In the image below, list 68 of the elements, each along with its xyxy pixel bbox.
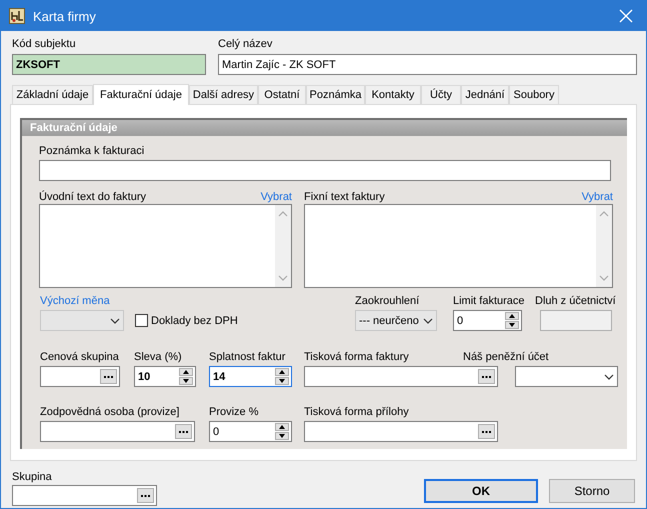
field-label: Fixní text faktury	[304, 190, 385, 204]
code-field[interactable]: ZKSOFT	[12, 54, 206, 75]
field-label: Celý název	[218, 37, 272, 51]
dialog-button[interactable]: Storno	[549, 479, 635, 503]
spin-down-icon[interactable]	[505, 321, 519, 329]
tab[interactable]: Fakturační údaje	[93, 84, 189, 105]
spin-up-icon[interactable]	[275, 368, 289, 376]
lookup-field[interactable]	[304, 366, 498, 387]
checkbox-label[interactable]: Doklady bez DPH	[151, 314, 238, 326]
tab[interactable]: Poznámka	[306, 85, 365, 104]
field-label: Zaokrouhlení	[355, 294, 420, 308]
field-label: Dluh z účetnictví	[535, 294, 616, 308]
tab[interactable]: Kontakty	[365, 85, 421, 104]
readonly-field	[540, 310, 612, 331]
ellipsis-button[interactable]	[478, 424, 495, 439]
ellipsis-button[interactable]	[100, 369, 117, 384]
field-label: Náš peněžní účet	[463, 350, 549, 364]
field-label: Kód subjektu	[12, 37, 76, 51]
field-label: Skupina	[12, 470, 52, 484]
spin-down-icon[interactable]	[275, 432, 289, 440]
lookup-field[interactable]	[40, 366, 120, 387]
chevron-down-icon	[423, 318, 433, 324]
lookup-field[interactable]	[12, 485, 157, 506]
tab[interactable]: Jednání	[461, 85, 509, 104]
spin-down-icon[interactable]	[275, 377, 289, 385]
field-label: Cenová skupina	[40, 350, 119, 364]
close-icon[interactable]	[618, 8, 634, 24]
app-icon	[9, 8, 25, 24]
chevron-down-icon	[604, 374, 614, 380]
field-label: Tisková forma faktury	[304, 350, 409, 364]
tab[interactable]: Soubory	[509, 85, 559, 104]
tab[interactable]: Základní údaje	[12, 85, 93, 104]
text-area[interactable]	[39, 204, 292, 288]
field-label: Zodpovědná osoba (provize]	[40, 405, 180, 419]
tab[interactable]: Účty	[421, 85, 461, 104]
chevron-down-icon	[110, 318, 120, 324]
number-field[interactable]: 10	[134, 366, 196, 387]
note-field[interactable]	[39, 160, 611, 181]
text-area[interactable]	[304, 204, 613, 288]
field-label: Splatnost faktur	[209, 350, 286, 364]
dialog-button[interactable]: OK	[424, 479, 538, 503]
field-label: Tisková forma přílohy	[304, 405, 409, 419]
spin-down-icon[interactable]	[179, 377, 193, 385]
checkbox[interactable]	[135, 314, 148, 327]
window-title: Karta firmy	[33, 8, 97, 24]
lookup-field[interactable]	[304, 421, 498, 442]
spin-up-icon[interactable]	[505, 312, 519, 320]
spin-up-icon[interactable]	[275, 423, 289, 431]
number-field[interactable]: 0	[453, 310, 522, 331]
number-field[interactable]: 14	[209, 366, 292, 387]
lookup-field[interactable]	[40, 421, 195, 442]
field-label: Úvodní text do faktury	[39, 190, 146, 204]
ellipsis-button[interactable]	[478, 369, 495, 384]
ellipsis-button[interactable]	[175, 424, 192, 439]
select-link[interactable]: Vybrat	[582, 190, 613, 204]
field-label: Provize %	[209, 405, 259, 419]
field-label: Sleva (%)	[134, 350, 182, 364]
section-header: Fakturační údaje	[22, 120, 627, 136]
spin-up-icon[interactable]	[179, 368, 193, 376]
field-label: Limit fakturace	[453, 294, 525, 308]
name-field[interactable]: Martin Zajíc - ZK SOFT	[218, 54, 637, 75]
ellipsis-button[interactable]	[137, 488, 154, 503]
tab[interactable]: Další adresy	[189, 85, 258, 104]
field-label: Poznámka k fakturaci	[39, 144, 144, 158]
tab[interactable]: Ostatní	[258, 85, 306, 104]
select-link[interactable]: Vybrat	[260, 190, 292, 204]
dropdown-field[interactable]	[515, 366, 618, 387]
number-field[interactable]: 0	[209, 421, 292, 442]
